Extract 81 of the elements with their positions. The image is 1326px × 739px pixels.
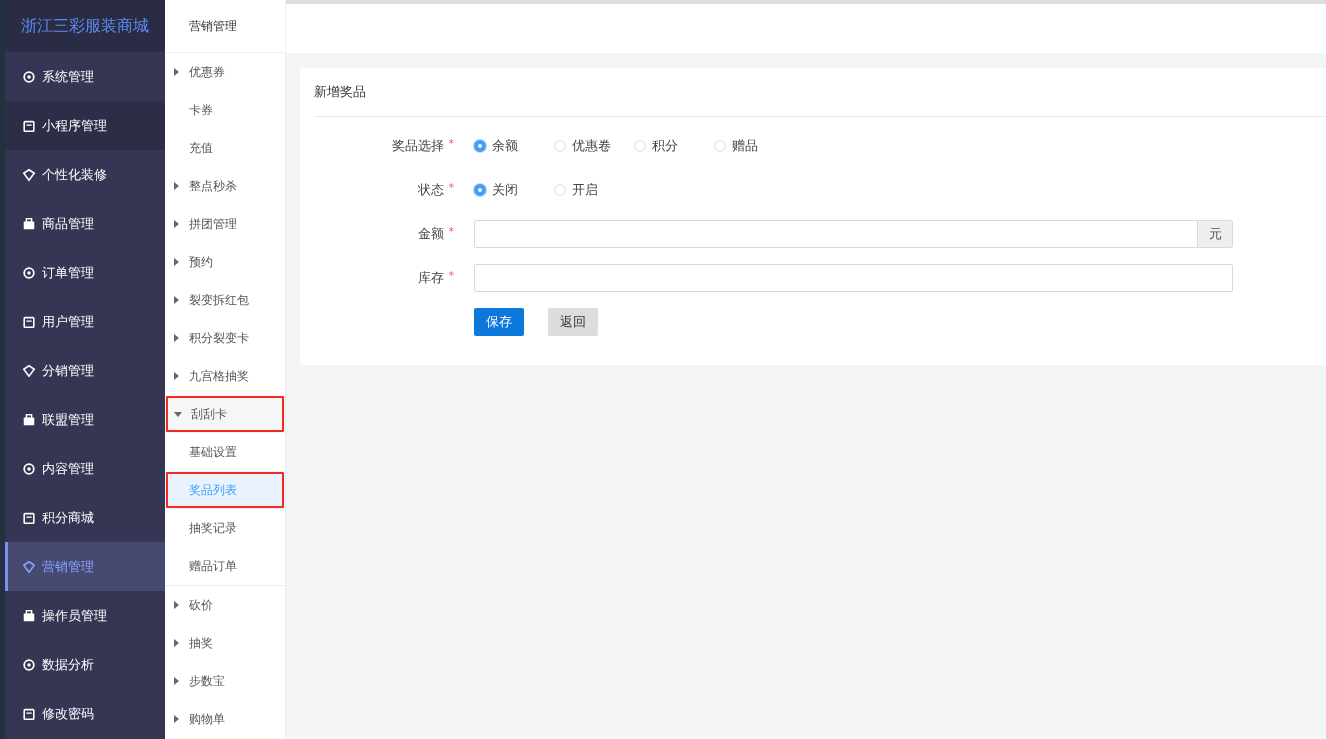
required-mark: * [448, 181, 454, 196]
field-label: 状态 [417, 181, 444, 199]
input-field[interactable] [474, 220, 1198, 248]
submenu-item[interactable]: 步数宝 [165, 662, 285, 700]
unit-addon: 元 [1198, 220, 1233, 248]
sidebar-item[interactable]: 分销管理 [5, 346, 165, 395]
submenu-item[interactable]: 优惠券 [165, 53, 285, 91]
menu-icon [22, 608, 36, 623]
radio-button[interactable] [474, 140, 486, 152]
required-mark: * [448, 269, 454, 284]
radio-option[interactable]: 优惠卷 [554, 137, 634, 155]
sidebar-item[interactable]: 内容管理 [5, 444, 165, 493]
submenu-item[interactable]: 购物单 [165, 700, 285, 738]
sidebar-item[interactable]: 系统管理 [5, 52, 165, 101]
caret-icon [174, 182, 179, 190]
menu-icon [22, 265, 36, 280]
radio-option[interactable]: 赠品 [714, 137, 794, 155]
field-label: 奖品选择 [391, 137, 444, 155]
caret-icon [174, 639, 179, 647]
caret-icon [174, 68, 179, 76]
caret-icon [174, 715, 179, 723]
menu-icon [22, 314, 36, 329]
radio-button[interactable] [474, 184, 486, 196]
submenu-item[interactable]: 充值 [165, 129, 285, 167]
submenu-item[interactable]: 整点秒杀 [165, 167, 285, 205]
submenu-item[interactable]: 砍价 [165, 586, 285, 624]
submenu-title: 营销管理 [165, 0, 285, 53]
submenu-item[interactable]: 九宫格抽奖 [165, 357, 285, 395]
sidebar-item[interactable]: 订单管理 [5, 248, 165, 297]
required-mark: * [448, 225, 454, 240]
sidebar-item[interactable]: 联盟管理 [5, 395, 165, 444]
caret-icon [174, 258, 179, 266]
menu-icon [22, 657, 36, 672]
sidebar-item[interactable]: 个性化装修 [5, 150, 165, 199]
sidebar-item[interactable]: 积分商城 [5, 493, 165, 542]
submenu-item[interactable]: 赠品订单 [165, 547, 285, 585]
radio-option[interactable]: 开启 [554, 181, 634, 199]
submenu-item[interactable]: 预约 [165, 243, 285, 281]
sidebar-item[interactable]: 操作员管理 [5, 591, 165, 640]
caret-icon [174, 601, 179, 609]
menu-icon [22, 461, 36, 476]
menu-icon [22, 69, 36, 84]
field-label: 库存 [417, 269, 444, 287]
submenu-item[interactable]: 卡券 [165, 91, 285, 129]
radio-option[interactable]: 余额 [474, 137, 554, 155]
caret-icon [174, 220, 179, 228]
sidebar-item[interactable]: 商品管理 [5, 199, 165, 248]
sidebar-item[interactable]: 用户管理 [5, 297, 165, 346]
sidebar-item[interactable]: 数据分析 [5, 640, 165, 689]
sidebar-item[interactable]: 营销管理 [5, 542, 165, 591]
menu-icon [22, 559, 36, 574]
caret-icon [174, 372, 179, 380]
submenu-item[interactable]: 基础设置 [165, 433, 285, 471]
field-label: 金额 [417, 225, 444, 243]
submenu-item[interactable]: 裂变拆红包 [165, 281, 285, 319]
sidebar-item[interactable]: 小程序管理 [5, 101, 165, 150]
sidebar-item[interactable]: 修改密码 [5, 689, 165, 738]
menu-icon [22, 706, 36, 721]
submenu-item[interactable]: 积分裂变卡 [165, 319, 285, 357]
radio-option[interactable]: 关闭 [474, 181, 554, 199]
save-button[interactable]: 保存 [474, 308, 524, 336]
submenu-item[interactable]: 抽奖记录 [165, 509, 285, 547]
submenu-item[interactable]: 刮刮卡 [165, 395, 285, 433]
required-mark: * [448, 137, 454, 152]
menu-icon [22, 412, 36, 427]
menu-icon [22, 216, 36, 231]
submenu-item[interactable]: 抽奖 [165, 624, 285, 662]
submenu-item[interactable]: 拼团管理 [165, 205, 285, 243]
caret-icon [174, 296, 179, 304]
caret-icon [174, 334, 179, 342]
caret-icon [174, 677, 179, 685]
back-button[interactable]: 返回 [548, 308, 598, 336]
brand-title: 浙江三彩服装商城 [5, 0, 165, 52]
menu-icon [22, 118, 36, 133]
radio-option[interactable]: 积分 [634, 137, 714, 155]
caret-icon [174, 411, 182, 417]
menu-icon [22, 363, 36, 378]
menu-icon [22, 510, 36, 525]
menu-icon [22, 167, 36, 182]
form-title: 新增奖品 [314, 68, 1326, 117]
input-field[interactable] [474, 264, 1233, 292]
